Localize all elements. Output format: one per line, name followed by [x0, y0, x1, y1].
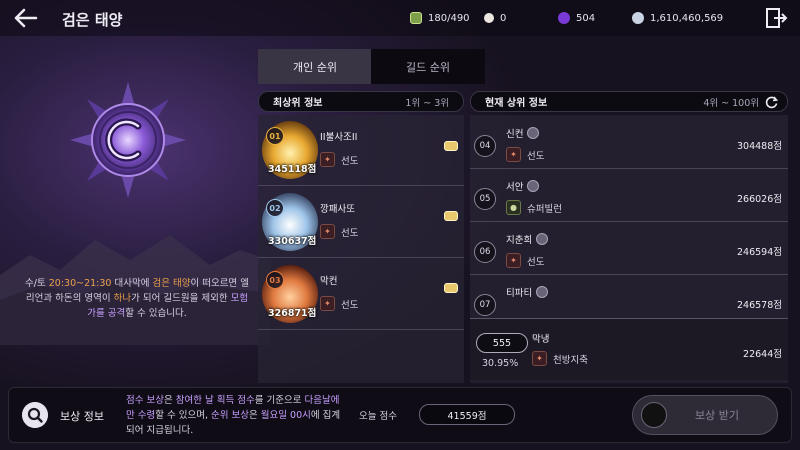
energy-icon	[410, 12, 422, 24]
today-score-value: 41559점	[419, 404, 515, 425]
pearl-icon	[484, 13, 494, 23]
silver-icon	[632, 12, 644, 24]
player-class: ✦ 선도	[506, 253, 544, 268]
energy-value: 180/490	[428, 12, 470, 24]
player-class: ✦ 선도	[506, 147, 544, 162]
top-rank-range: 1위 ~ 3위	[405, 97, 449, 109]
top-rank-row-1[interactable]: 01 345118점 II불사조II ✦ 선도	[258, 115, 464, 186]
top-bar: 검은 태양 180/490 0 504 1,610,460,569	[0, 0, 800, 36]
top-rank-row-3[interactable]: 03 326871점 막컨 ✦ 선도	[258, 259, 464, 330]
class-icon: ✦	[532, 351, 547, 366]
guild-badge-icon[interactable]	[444, 283, 458, 293]
search-icon[interactable]	[22, 402, 48, 428]
my-player-class: ✦ 천방지축	[532, 351, 588, 366]
my-rank-percent: 30.95%	[482, 358, 519, 369]
pearl-resource: 0	[484, 10, 506, 26]
top-rank-list: 01 345118점 II불사조II ✦ 선도 02 330637점 깡패사또 ✦…	[258, 115, 464, 383]
guild-badge-icon[interactable]	[527, 180, 540, 192]
reward-bag-icon	[641, 402, 667, 428]
black-sun-emblem-icon	[70, 82, 186, 198]
rank-number: 05	[474, 188, 496, 210]
class-icon: ✦	[320, 296, 335, 311]
rank-points: 345118점	[268, 164, 317, 175]
my-rank-points: 22644점	[743, 349, 782, 360]
today-score-label: 오늘 점수	[359, 411, 397, 422]
class-icon: ✦	[320, 152, 335, 167]
class-icon: ✦	[506, 147, 521, 162]
current-rank-title: 현재 상위 정보	[485, 98, 548, 109]
tab-personal-ranking[interactable]: 개인 순위	[258, 49, 372, 84]
player-class: ✦ 선도	[320, 224, 358, 239]
gem-icon	[558, 12, 570, 24]
bronze-medal-icon: 03 326871점	[262, 265, 318, 323]
silver-medal-icon: 02 330637점	[262, 193, 318, 251]
player-name: 티파티	[506, 285, 549, 299]
player-name: 깡패사또	[320, 204, 355, 215]
rank-number: 01	[266, 127, 284, 145]
rank-row-6[interactable]: 06 지춘희 ✦ 선도 246594점	[470, 223, 788, 275]
guild-badge-icon[interactable]	[527, 127, 540, 139]
rank-number: 04	[474, 135, 496, 157]
player-name: 신컨	[506, 126, 540, 140]
energy-resource: 180/490	[410, 10, 470, 26]
rank-row-4[interactable]: 04 신컨 ✦ 선도 304488점	[470, 117, 788, 169]
event-description: 수/토 20:30~21:30 대사막에 검은 태양이 떠오르면 엘리언과 하돈…	[25, 278, 249, 319]
guild-badge-icon[interactable]	[444, 141, 458, 151]
player-class: ✦ 선도	[320, 296, 358, 311]
rank-points: 326871점	[268, 308, 317, 319]
reward-info-title: 보상 정보	[60, 410, 104, 423]
rank-points: 330637점	[268, 236, 317, 247]
my-player-name: 막냉	[532, 334, 550, 345]
current-rank-header: 현재 상위 정보 4위 ~ 100위	[470, 91, 788, 112]
guild-badge-icon[interactable]	[536, 286, 549, 298]
rank-number: 03	[266, 271, 284, 289]
guild-badge-icon[interactable]	[444, 211, 458, 221]
rank-number: 07	[474, 294, 496, 316]
player-name: 지춘희	[506, 232, 549, 246]
class-icon: ●	[506, 200, 521, 215]
silver-resource: 1,610,460,569	[632, 10, 723, 26]
my-rank-number: 555	[476, 333, 528, 353]
class-icon: ✦	[506, 253, 521, 268]
reward-info-description: 점수 보상은 참여한 날 획득 점수를 기준으로 다음날에만 수령할 수 있으며…	[126, 395, 341, 436]
top-rank-header: 최상위 정보 1위 ~ 3위	[258, 91, 464, 112]
reward-info-bar: 보상 정보 점수 보상은 참여한 날 획득 점수를 기준으로 다음날에만 수령할…	[8, 387, 792, 443]
tab-guild-ranking[interactable]: 길드 순위	[371, 49, 485, 84]
gem-resource: 504	[558, 10, 595, 26]
claim-reward-button[interactable]: 보상 받기	[632, 395, 778, 435]
gold-medal-icon: 01 345118점	[262, 121, 318, 179]
guild-badge-icon[interactable]	[536, 233, 549, 245]
rank-number: 06	[474, 241, 496, 263]
my-rank-row[interactable]: 555 30.95% 막냉 ✦ 천방지축 22644점	[470, 318, 788, 380]
claim-reward-label: 보상 받기	[695, 409, 739, 422]
player-class: ● 슈퍼빌런	[506, 200, 562, 215]
rank-number: 02	[266, 199, 284, 217]
player-name: II불사조II	[320, 132, 358, 143]
top-rank-title: 최상위 정보	[273, 98, 323, 109]
gem-value: 504	[576, 12, 596, 24]
refresh-icon[interactable]	[765, 95, 779, 109]
player-class: ✦ 선도	[320, 152, 358, 167]
current-rank-range: 4위 ~ 100위	[703, 97, 759, 109]
exit-icon[interactable]	[764, 7, 788, 29]
pearl-value: 0	[500, 12, 507, 24]
rank-points: 246578점	[736, 300, 782, 311]
rank-points: 266026점	[736, 194, 782, 205]
player-name: 서안	[506, 179, 540, 193]
rank-row-5[interactable]: 05 서안 ● 슈퍼빌런 266026점	[470, 170, 788, 222]
rank-points: 304488점	[736, 141, 782, 152]
silver-value: 1,610,460,569	[650, 12, 724, 24]
back-arrow-icon[interactable]	[12, 6, 40, 30]
page-title: 검은 태양	[62, 11, 123, 29]
player-name: 막컨	[320, 276, 338, 287]
top-rank-row-2[interactable]: 02 330637점 깡패사또 ✦ 선도	[258, 187, 464, 258]
rank-points: 246594점	[736, 247, 782, 258]
class-icon: ✦	[320, 224, 335, 239]
